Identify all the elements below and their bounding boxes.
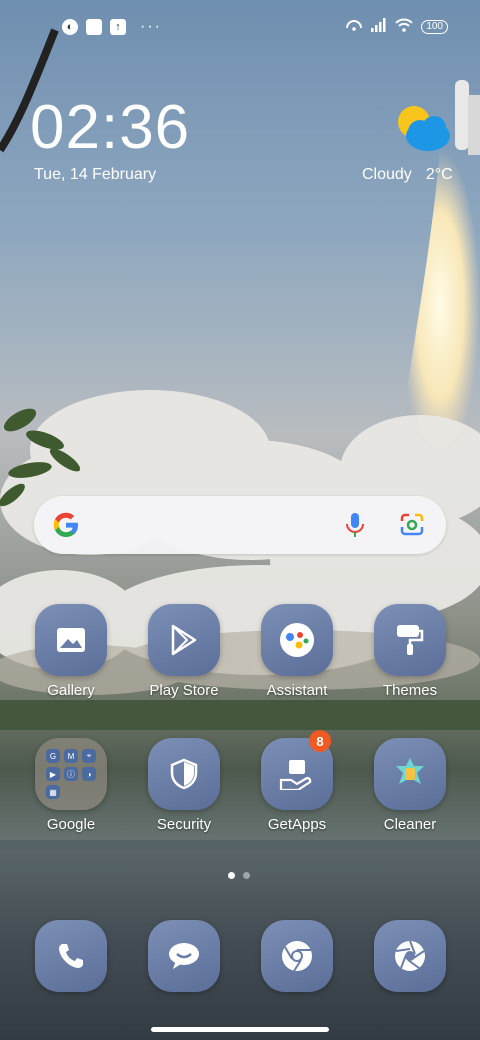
system-icons: 100 bbox=[345, 18, 448, 35]
google-logo-icon bbox=[50, 509, 82, 541]
page-dot-active bbox=[228, 872, 235, 879]
dock-camera[interactable] bbox=[362, 920, 458, 992]
app-label: Google bbox=[46, 816, 96, 833]
folder-preview-grid: G M ⌖ ▶ ⓘ ◑ ▦ bbox=[46, 749, 96, 799]
shield-icon bbox=[148, 738, 220, 810]
status-bar: ◐ ↑ ··· 100 bbox=[0, 12, 480, 42]
app-label: Assistant bbox=[266, 682, 328, 699]
dock-chrome[interactable] bbox=[249, 920, 345, 992]
folder-icon: G M ⌖ ▶ ⓘ ◑ ▦ bbox=[35, 738, 107, 810]
app-label: Play Store bbox=[149, 682, 219, 699]
app-label: Themes bbox=[382, 682, 438, 699]
app-label: Gallery bbox=[47, 682, 95, 699]
message-icon bbox=[148, 920, 220, 992]
dock-messaging[interactable] bbox=[136, 920, 232, 992]
app-play-store[interactable]: Play Store bbox=[136, 604, 232, 699]
app-gallery[interactable]: Gallery bbox=[23, 604, 119, 699]
maps-mini-icon: ⌖ bbox=[82, 749, 96, 763]
lens-icon[interactable] bbox=[398, 512, 426, 538]
play-store-icon bbox=[148, 604, 220, 676]
app-label: Cleaner bbox=[383, 816, 437, 833]
notification-icons: ◐ ↑ ··· bbox=[62, 18, 162, 36]
battery-indicator: 100 bbox=[421, 19, 448, 34]
weather-condition: Cloudy bbox=[362, 166, 412, 183]
app-themes[interactable]: Themes bbox=[362, 604, 458, 699]
home-indicator-bar[interactable] bbox=[151, 1027, 329, 1032]
app-getapps[interactable]: 8 GetApps bbox=[249, 730, 345, 833]
app-folder-google[interactable]: G M ⌖ ▶ ⓘ ◑ ▦ Google bbox=[23, 738, 119, 833]
partly-cloudy-icon[interactable] bbox=[392, 102, 452, 154]
info-mini-icon: ⓘ bbox=[64, 767, 78, 781]
wifi-icon bbox=[395, 18, 414, 35]
clock-date[interactable]: Tue, 14 February bbox=[34, 166, 156, 184]
signal-icon bbox=[371, 18, 387, 35]
hotspot-icon bbox=[345, 18, 363, 35]
assistant-icon bbox=[261, 604, 333, 676]
gmail-mini-icon: M bbox=[64, 749, 78, 763]
google-search-bar[interactable] bbox=[34, 496, 446, 554]
app-label: GetApps bbox=[267, 816, 327, 833]
page-dot bbox=[243, 872, 250, 879]
gallery-icon bbox=[35, 604, 107, 676]
themes-paint-roller-icon bbox=[374, 604, 446, 676]
mic-icon[interactable] bbox=[344, 511, 366, 539]
dock-phone[interactable] bbox=[23, 920, 119, 992]
notification-app-icon: ◐ bbox=[62, 19, 78, 35]
getapps-icon: 8 bbox=[261, 730, 333, 810]
more-notifications-indicator: ··· bbox=[140, 18, 162, 35]
weather-temperature: 2°C bbox=[425, 166, 453, 183]
app-label: Security bbox=[156, 816, 212, 833]
square-notification-icon bbox=[86, 19, 102, 35]
app-assistant[interactable]: Assistant bbox=[249, 604, 345, 699]
app-cleaner[interactable]: Cleaner bbox=[362, 738, 458, 833]
cleaner-icon bbox=[374, 738, 446, 810]
files-mini-icon: ▦ bbox=[46, 785, 60, 799]
clock-time[interactable]: 02:36 bbox=[30, 92, 190, 163]
notification-badge: 8 bbox=[309, 730, 331, 752]
upload-notification-icon: ↑ bbox=[110, 19, 126, 35]
weather-info[interactable]: Cloudy 2°C bbox=[362, 166, 453, 184]
app-security[interactable]: Security bbox=[136, 738, 232, 833]
browser-mini-icon: ◑ bbox=[82, 767, 96, 781]
page-indicator[interactable] bbox=[228, 872, 250, 879]
chrome-icon bbox=[261, 920, 333, 992]
google-mini-icon: G bbox=[46, 749, 60, 763]
phone-icon bbox=[35, 920, 107, 992]
camera-aperture-icon bbox=[374, 920, 446, 992]
youtube-mini-icon: ▶ bbox=[46, 767, 60, 781]
